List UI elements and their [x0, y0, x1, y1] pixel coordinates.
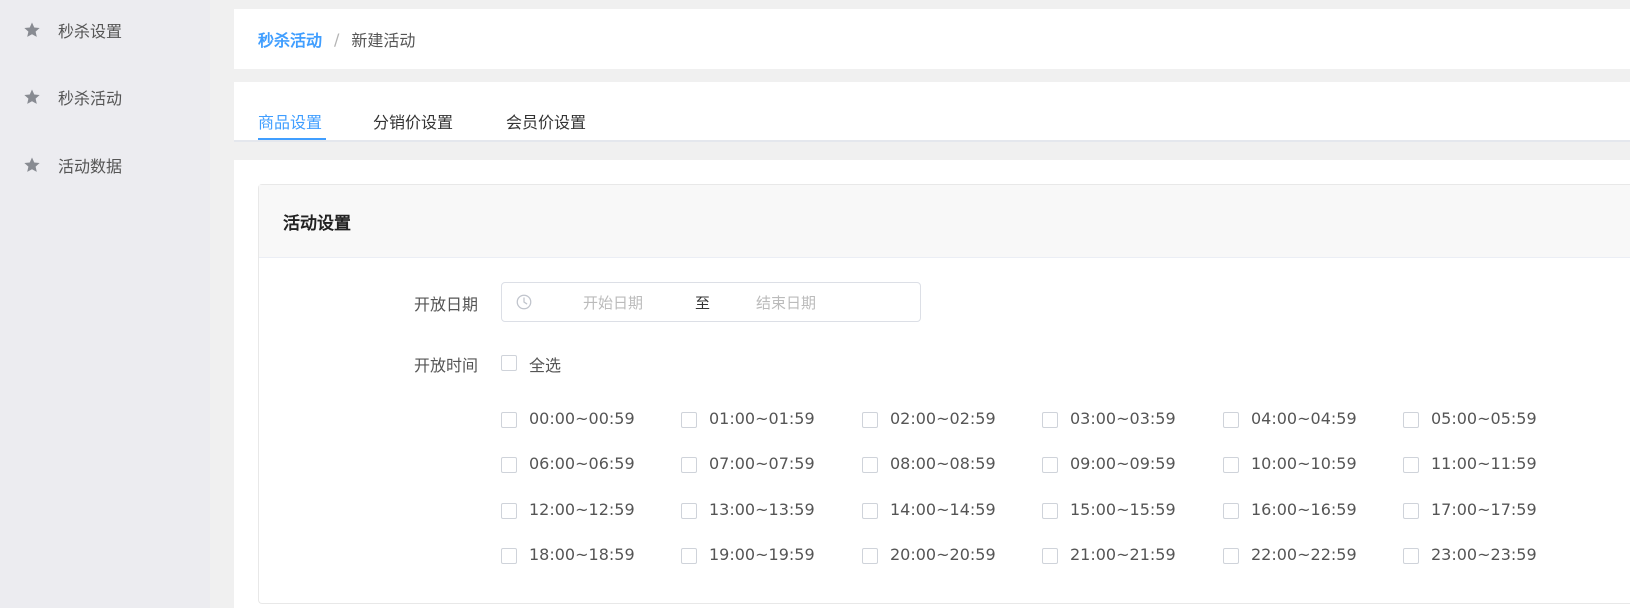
time-slot-label[interactable]: 02:00~02:59 — [890, 409, 996, 428]
time-slot-label[interactable]: 10:00~10:59 — [1251, 454, 1357, 473]
tab-bar: 商品设置 分销价设置 会员价设置 — [234, 82, 1630, 142]
time-slot-checkbox[interactable] — [1042, 412, 1058, 428]
breadcrumb-current: 新建活动 — [351, 31, 416, 50]
time-slot-label[interactable]: 00:00~00:59 — [529, 409, 635, 428]
time-slot-checkbox[interactable] — [1223, 548, 1239, 564]
time-slot-checkbox[interactable] — [501, 412, 517, 428]
time-slot-label[interactable]: 22:00~22:59 — [1251, 545, 1357, 564]
time-slot-label[interactable]: 11:00~11:59 — [1431, 454, 1537, 473]
time-slot-label[interactable]: 20:00~20:59 — [890, 545, 996, 564]
time-slot-label[interactable]: 17:00~17:59 — [1431, 500, 1537, 519]
tab-product-settings[interactable]: 商品设置 — [258, 109, 322, 133]
time-slot-checkbox[interactable] — [681, 503, 697, 519]
breadcrumb-separator: / — [334, 29, 340, 49]
time-slot-label[interactable]: 01:00~01:59 — [709, 409, 815, 428]
sidebar-item-label: 秒杀设置 — [58, 22, 123, 41]
time-slot-checkbox[interactable] — [1403, 457, 1419, 473]
time-slot-checkbox[interactable] — [862, 457, 878, 473]
card-header: 活动设置 — [259, 185, 1630, 258]
sidebar-item-label: 秒杀活动 — [58, 89, 123, 108]
star-icon — [24, 157, 40, 172]
time-slot-label[interactable]: 04:00~04:59 — [1251, 409, 1357, 428]
breadcrumb-parent-link[interactable]: 秒杀活动 — [258, 27, 322, 51]
select-all-checkbox[interactable] — [501, 355, 517, 371]
active-tab-indicator — [258, 138, 326, 140]
time-slot-label[interactable]: 03:00~03:59 — [1070, 409, 1176, 428]
time-slot-checkbox[interactable] — [1403, 548, 1419, 564]
time-slot-label[interactable]: 14:00~14:59 — [890, 500, 996, 519]
sidebar-item-activity-data[interactable]: 活动数据 — [0, 145, 210, 185]
start-date-input[interactable]: 开始日期 — [583, 292, 643, 313]
time-slot-checkbox[interactable] — [681, 548, 697, 564]
time-slot-checkbox[interactable] — [862, 548, 878, 564]
clock-icon — [516, 294, 532, 310]
time-slot-checkbox[interactable] — [501, 457, 517, 473]
time-slot-checkbox[interactable] — [862, 503, 878, 519]
card-title: 活动设置 — [283, 213, 351, 234]
date-range-picker[interactable]: 开始日期 至 结束日期 — [501, 282, 921, 322]
activity-settings-card: 活动设置 — [258, 184, 1630, 604]
sidebar-item-label: 活动数据 — [58, 157, 123, 176]
main-content: 活动设置 — [234, 160, 1630, 608]
breadcrumb: 秒杀活动 / 新建活动 — [234, 9, 1630, 69]
time-slot-label[interactable]: 09:00~09:59 — [1070, 454, 1176, 473]
select-all-label[interactable]: 全选 — [529, 352, 561, 376]
time-slot-label[interactable]: 05:00~05:59 — [1431, 409, 1537, 428]
star-icon — [24, 22, 40, 37]
sidebar-item-seckill-settings[interactable]: 秒杀设置 — [0, 10, 210, 50]
sidebar-item-seckill-activity[interactable]: 秒杀活动 — [0, 77, 210, 117]
time-slot-label[interactable]: 19:00~19:59 — [709, 545, 815, 564]
time-slot-label[interactable]: 18:00~18:59 — [529, 545, 635, 564]
time-slot-checkbox[interactable] — [681, 412, 697, 428]
time-slot-label[interactable]: 23:00~23:59 — [1431, 545, 1537, 564]
time-slot-checkbox[interactable] — [1223, 457, 1239, 473]
tab-member-price-settings[interactable]: 会员价设置 — [506, 109, 586, 133]
time-slot-label[interactable]: 13:00~13:59 — [709, 500, 815, 519]
time-slot-checkbox[interactable] — [1042, 457, 1058, 473]
sidebar: 秒杀设置 秒杀活动 活动数据 — [0, 0, 210, 608]
time-slot-checkbox[interactable] — [1042, 548, 1058, 564]
time-slot-checkbox[interactable] — [501, 503, 517, 519]
open-date-label: 开放日期 — [413, 295, 478, 314]
time-slot-checkbox[interactable] — [862, 412, 878, 428]
star-icon — [24, 89, 40, 104]
time-slot-checkbox[interactable] — [501, 548, 517, 564]
time-slot-checkbox[interactable] — [1042, 503, 1058, 519]
time-slot-label[interactable]: 08:00~08:59 — [890, 454, 996, 473]
time-slot-checkbox[interactable] — [1403, 412, 1419, 428]
end-date-input[interactable]: 结束日期 — [756, 292, 816, 313]
time-slot-checkbox[interactable] — [1223, 503, 1239, 519]
time-slot-label[interactable]: 21:00~21:59 — [1070, 545, 1176, 564]
time-slot-checkbox[interactable] — [1403, 503, 1419, 519]
time-slot-label[interactable]: 15:00~15:59 — [1070, 500, 1176, 519]
time-slot-label[interactable]: 12:00~12:59 — [529, 500, 635, 519]
time-slot-label[interactable]: 06:00~06:59 — [529, 454, 635, 473]
time-slot-label[interactable]: 07:00~07:59 — [709, 454, 815, 473]
date-range-separator: 至 — [695, 294, 711, 312]
open-time-label: 开放时间 — [413, 356, 478, 375]
tab-distribution-price-settings[interactable]: 分销价设置 — [373, 109, 453, 133]
time-slot-label[interactable]: 16:00~16:59 — [1251, 500, 1357, 519]
time-slot-checkbox[interactable] — [1223, 412, 1239, 428]
time-slot-checkbox[interactable] — [681, 457, 697, 473]
